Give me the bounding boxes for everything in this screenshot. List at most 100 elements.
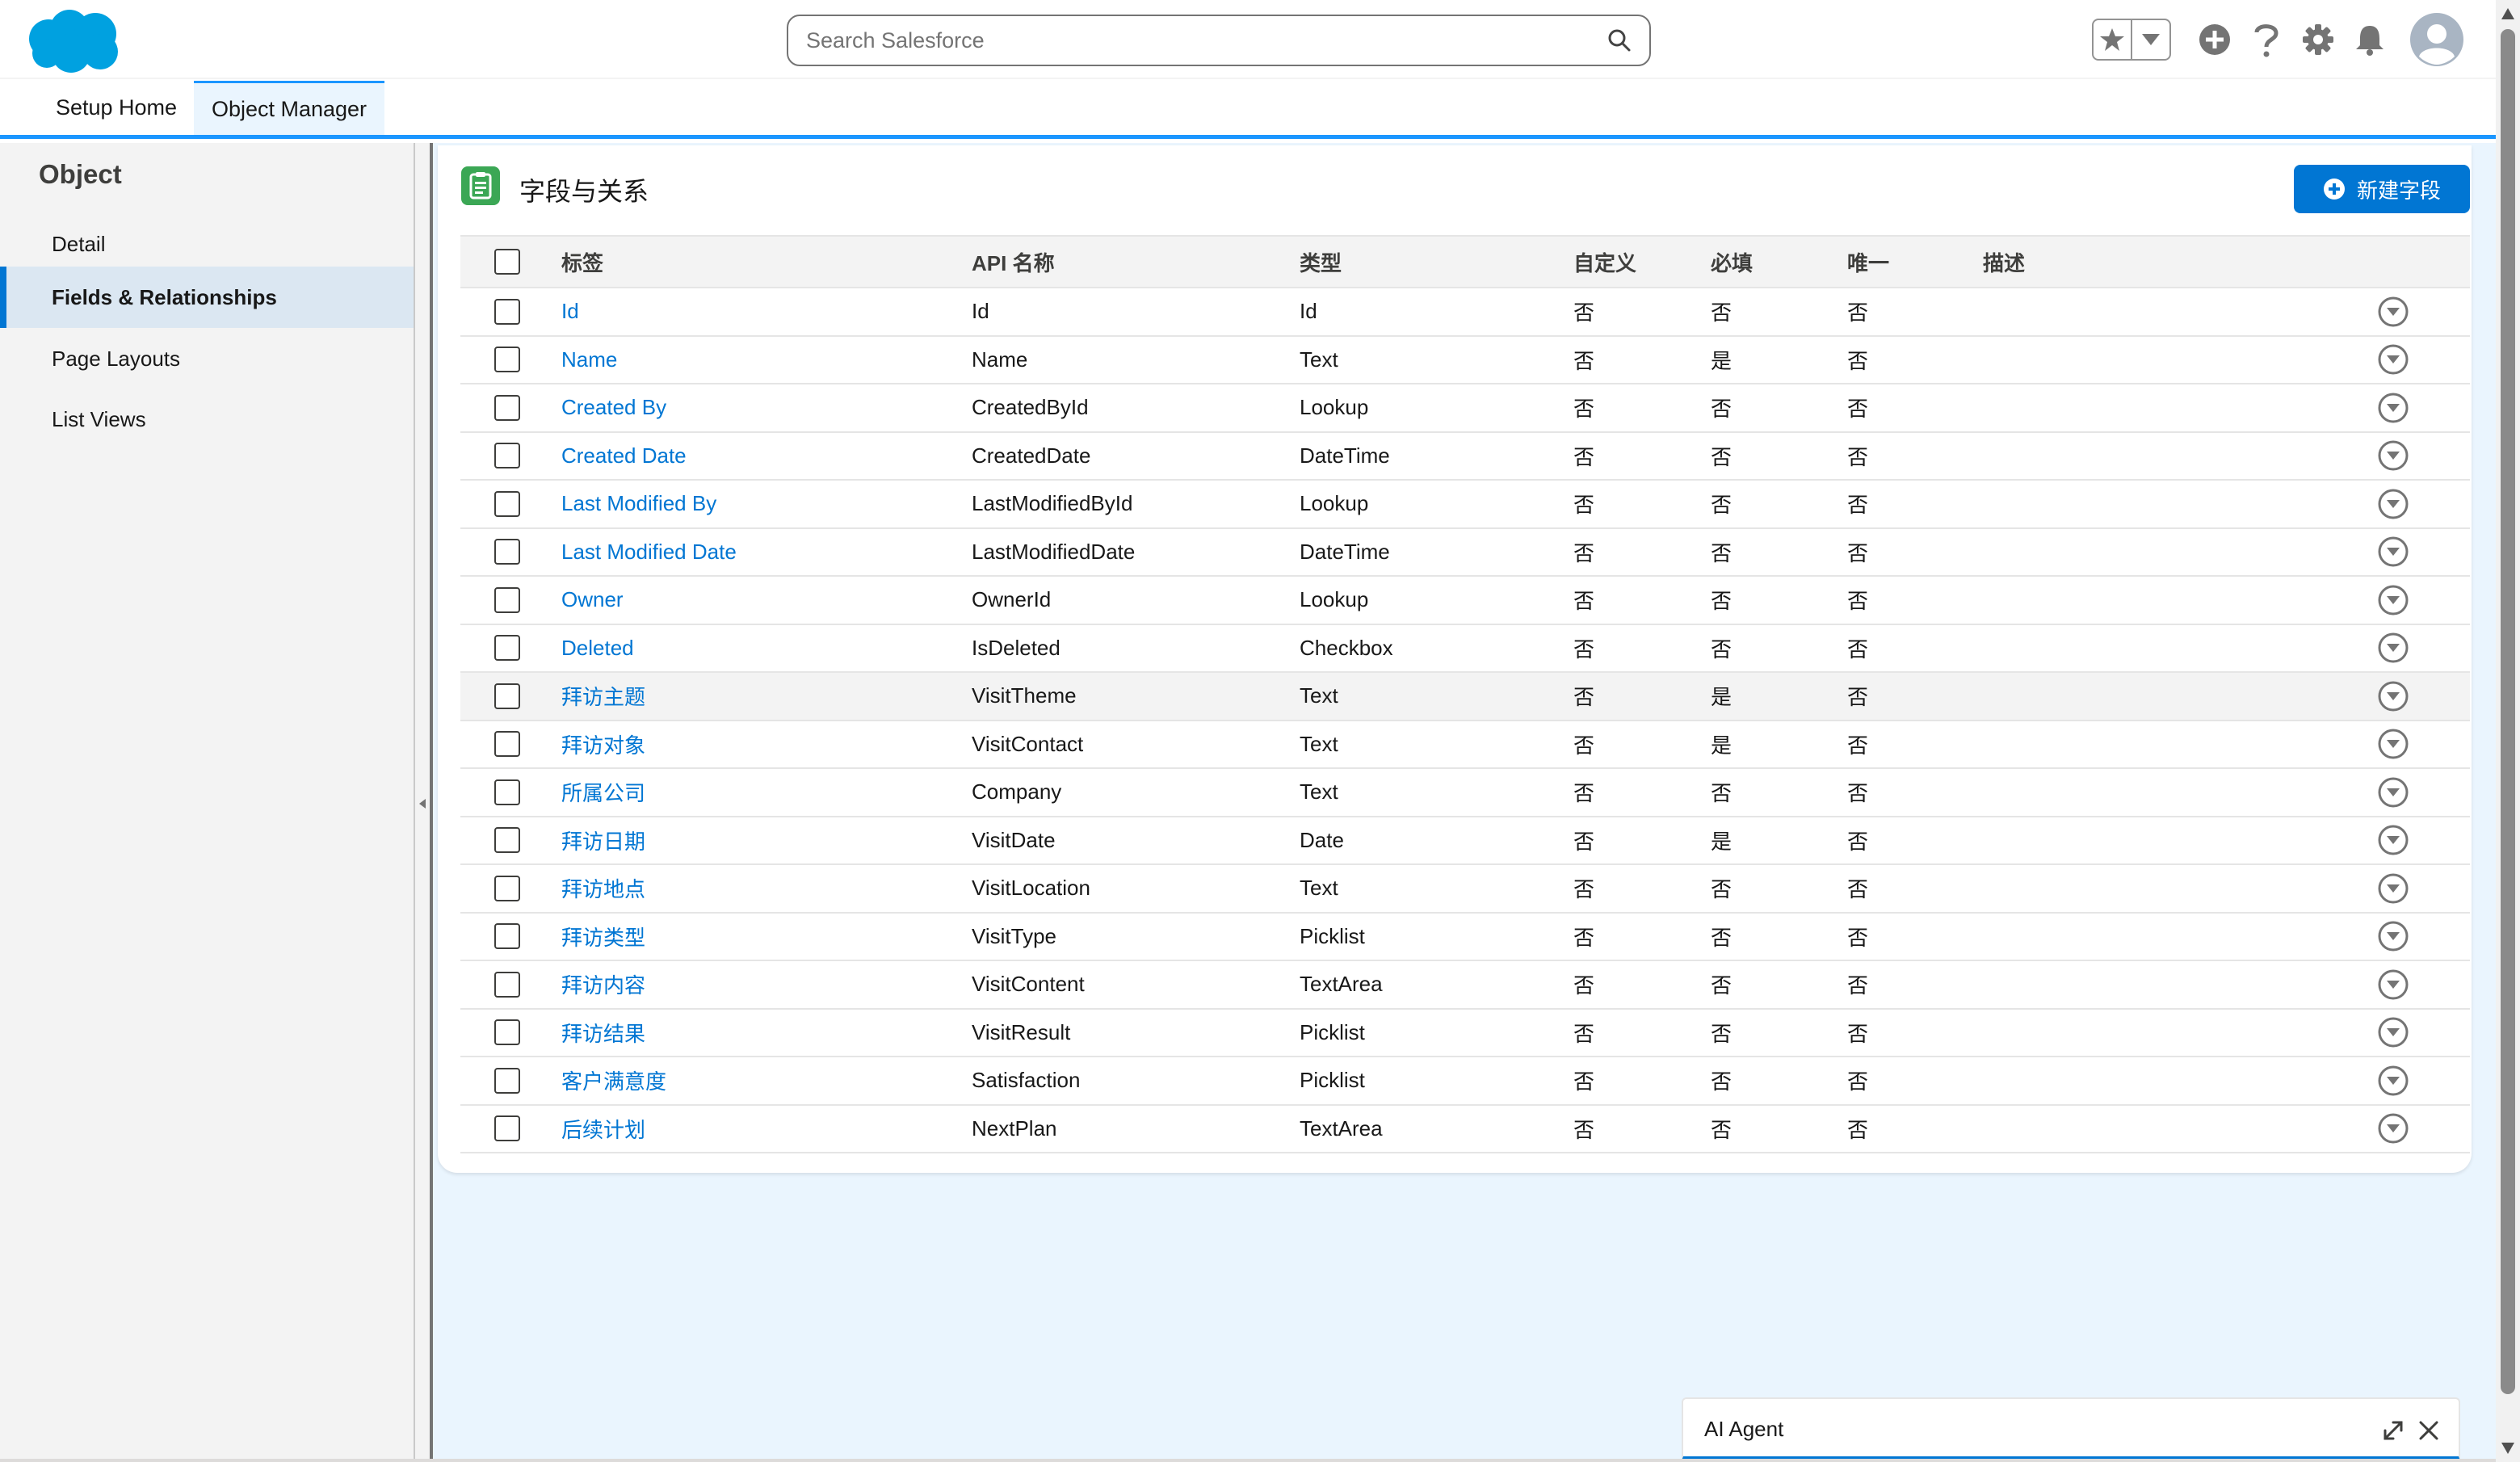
field-label-link[interactable]: 拜访内容	[561, 961, 645, 1008]
header-description[interactable]: 描述	[1983, 237, 2025, 287]
close-icon[interactable]	[2417, 1418, 2441, 1443]
favorites-button[interactable]	[2094, 20, 2131, 59]
expand-icon[interactable]	[2381, 1418, 2405, 1443]
row-checkbox[interactable]	[494, 827, 520, 854]
scroll-down-arrow-icon[interactable]	[2501, 1443, 2514, 1454]
row-action-menu-icon[interactable]	[2377, 536, 2409, 568]
row-checkbox[interactable]	[494, 971, 520, 998]
field-label-link[interactable]: Last Modified Date	[561, 529, 737, 576]
scroll-up-arrow-icon[interactable]	[2501, 8, 2514, 19]
field-label-link[interactable]: Created Date	[561, 433, 687, 480]
row-action-menu-icon[interactable]	[2377, 728, 2409, 760]
field-label-link[interactable]: 拜访日期	[561, 817, 645, 864]
help-button[interactable]	[2247, 20, 2286, 59]
field-label-link[interactable]: 拜访对象	[561, 721, 645, 768]
field-label-link[interactable]: 后续计划	[561, 1106, 645, 1153]
field-label-link[interactable]: Last Modified By	[561, 481, 716, 527]
row-action-menu-icon[interactable]	[2377, 872, 2409, 905]
row-action-menu-icon[interactable]	[2377, 1112, 2409, 1145]
row-action-menu-icon[interactable]	[2377, 439, 2409, 472]
header-api-name[interactable]: API 名称	[972, 237, 1055, 287]
row-action-menu-icon[interactable]	[2377, 776, 2409, 809]
row-action-menu-icon[interactable]	[2377, 296, 2409, 328]
sidebar-item-detail[interactable]: Detail	[0, 213, 414, 275]
field-type: Text	[1300, 683, 1338, 708]
field-label-link[interactable]: 所属公司	[561, 769, 645, 816]
row-checkbox[interactable]	[494, 1019, 520, 1046]
row-checkbox[interactable]	[494, 923, 520, 950]
row-checkbox[interactable]	[494, 1067, 520, 1094]
field-label-link[interactable]: 拜访地点	[561, 865, 645, 912]
sidebar-item-list-views[interactable]: List Views	[0, 389, 414, 450]
field-custom: 否	[1573, 733, 1595, 758]
user-avatar-icon[interactable]	[2410, 13, 2463, 66]
ai-agent-panel[interactable]: AI Agent	[1682, 1397, 2460, 1460]
scrollbar-thumb[interactable]	[2501, 29, 2515, 1394]
row-action-menu-icon[interactable]	[2377, 824, 2409, 856]
field-label-link[interactable]: Created By	[561, 384, 666, 431]
select-all-checkbox[interactable]	[494, 249, 520, 275]
field-label-link[interactable]: 客户满意度	[561, 1057, 666, 1104]
header-type[interactable]: 类型	[1300, 237, 1342, 287]
page-scrollbar[interactable]	[2496, 0, 2520, 1462]
setup-button[interactable]	[2299, 20, 2337, 59]
table-row: 客户满意度 Satisfaction Picklist 否 否 否	[460, 1057, 2470, 1106]
global-add-button[interactable]	[2195, 20, 2234, 59]
field-type: Picklist	[1300, 1019, 1365, 1044]
row-action-menu-icon[interactable]	[2377, 968, 2409, 1001]
row-action-menu-icon[interactable]	[2377, 1065, 2409, 1097]
field-type: Checkbox	[1300, 635, 1393, 660]
field-label-link[interactable]: Owner	[561, 577, 624, 624]
field-label-link[interactable]: 拜访结果	[561, 1010, 645, 1057]
field-label-link[interactable]: Id	[561, 288, 579, 335]
row-checkbox[interactable]	[494, 731, 520, 758]
row-checkbox[interactable]	[494, 443, 520, 469]
field-api-name: VisitDate	[972, 827, 1056, 852]
tab-object-manager[interactable]: Object Manager	[194, 81, 384, 135]
row-checkbox[interactable]	[494, 490, 520, 517]
tab-setup-home[interactable]: Setup Home	[39, 81, 194, 135]
sidebar-item-fields-relationships[interactable]: Fields & Relationships	[0, 267, 414, 328]
row-checkbox[interactable]	[494, 1115, 520, 1142]
field-label-link[interactable]: Deleted	[561, 625, 634, 672]
new-field-button[interactable]: 新建字段	[2294, 165, 2470, 213]
row-action-menu-icon[interactable]	[2377, 920, 2409, 952]
row-action-menu-icon[interactable]	[2377, 1016, 2409, 1048]
row-action-menu-icon[interactable]	[2377, 680, 2409, 712]
row-checkbox[interactable]	[494, 875, 520, 901]
favorites-list-button[interactable]	[2131, 20, 2169, 59]
row-action-menu-icon[interactable]	[2377, 632, 2409, 664]
row-checkbox[interactable]	[494, 298, 520, 325]
notifications-button[interactable]	[2350, 20, 2389, 59]
header-required[interactable]: 必填	[1711, 237, 1753, 287]
row-checkbox[interactable]	[494, 539, 520, 565]
row-checkbox[interactable]	[494, 347, 520, 373]
row-checkbox[interactable]	[494, 683, 520, 709]
search-icon[interactable]	[1607, 28, 1632, 53]
row-checkbox[interactable]	[494, 635, 520, 662]
add-icon	[2199, 24, 2230, 55]
table-row: 拜访日期 VisitDate Date 否 是 否	[460, 817, 2470, 865]
header-custom[interactable]: 自定义	[1573, 237, 1636, 287]
header-unique[interactable]: 唯一	[1847, 237, 1889, 287]
field-label-link[interactable]: 拜访主题	[561, 673, 645, 720]
salesforce-logo-icon[interactable]	[23, 6, 123, 74]
row-checkbox[interactable]	[494, 779, 520, 805]
global-search[interactable]	[787, 15, 1651, 66]
field-label-link[interactable]: 拜访类型	[561, 914, 645, 960]
field-label-link[interactable]: Name	[561, 337, 617, 384]
row-checkbox[interactable]	[494, 394, 520, 421]
field-required: 是	[1711, 348, 1732, 373]
sidebar-splitter[interactable]	[414, 143, 433, 1462]
bottom-border	[0, 1459, 2496, 1462]
collapse-arrow-icon[interactable]	[418, 796, 427, 812]
row-action-menu-icon[interactable]	[2377, 392, 2409, 424]
row-action-menu-icon[interactable]	[2377, 343, 2409, 376]
row-action-menu-icon[interactable]	[2377, 488, 2409, 520]
sidebar-item-page-layouts[interactable]: Page Layouts	[0, 328, 414, 389]
row-action-menu-icon[interactable]	[2377, 584, 2409, 616]
row-checkbox[interactable]	[494, 586, 520, 613]
header-label[interactable]: 标签	[561, 237, 603, 287]
search-input[interactable]	[806, 27, 1607, 53]
table-row: 后续计划 NextPlan TextArea 否 否 否	[460, 1105, 2470, 1153]
